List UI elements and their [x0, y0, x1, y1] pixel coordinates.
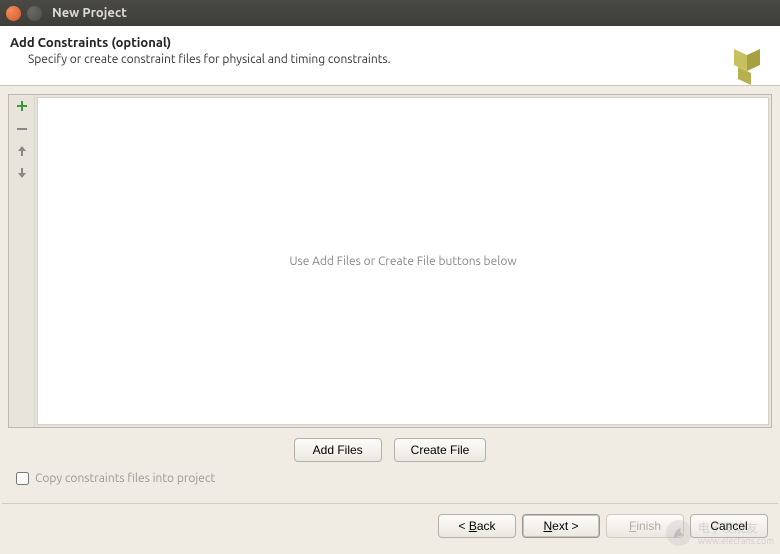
- add-files-button[interactable]: Add Files: [294, 438, 382, 462]
- cancel-button[interactable]: Cancel: [690, 514, 768, 538]
- copy-constraints-checkbox-row[interactable]: Copy constraints files into project: [8, 468, 772, 495]
- move-up-icon[interactable]: [13, 143, 31, 159]
- close-icon[interactable]: [6, 6, 21, 21]
- wizard-nav-row: < Back Next > Finish Cancel: [0, 504, 780, 550]
- file-button-row: Add Files Create File: [8, 428, 772, 468]
- copy-constraints-label: Copy constraints files into project: [35, 472, 215, 485]
- finish-button: Finish: [606, 514, 684, 538]
- file-list: Use Add Files or Create File buttons bel…: [37, 97, 769, 425]
- vivado-logo-icon: [724, 41, 770, 87]
- window-controls: [6, 6, 42, 21]
- file-toolbar: [9, 95, 35, 427]
- header-section: Add Constraints (optional) Specify or cr…: [0, 26, 780, 86]
- page-title: Add Constraints (optional): [10, 36, 768, 50]
- back-button[interactable]: < Back: [438, 514, 516, 538]
- titlebar: New Project: [0, 0, 780, 26]
- content-area: Use Add Files or Create File buttons bel…: [0, 86, 780, 503]
- page-description: Specify or create constraint files for p…: [10, 53, 768, 66]
- file-panel: Use Add Files or Create File buttons bel…: [8, 94, 772, 428]
- next-button[interactable]: Next >: [522, 514, 600, 538]
- create-file-button[interactable]: Create File: [394, 438, 487, 462]
- copy-constraints-checkbox[interactable]: [16, 472, 29, 485]
- file-list-placeholder: Use Add Files or Create File buttons bel…: [289, 255, 516, 268]
- window-title: New Project: [52, 6, 127, 20]
- remove-icon[interactable]: [13, 121, 31, 137]
- add-icon[interactable]: [13, 99, 31, 115]
- minimize-icon[interactable]: [27, 6, 42, 21]
- move-down-icon[interactable]: [13, 165, 31, 181]
